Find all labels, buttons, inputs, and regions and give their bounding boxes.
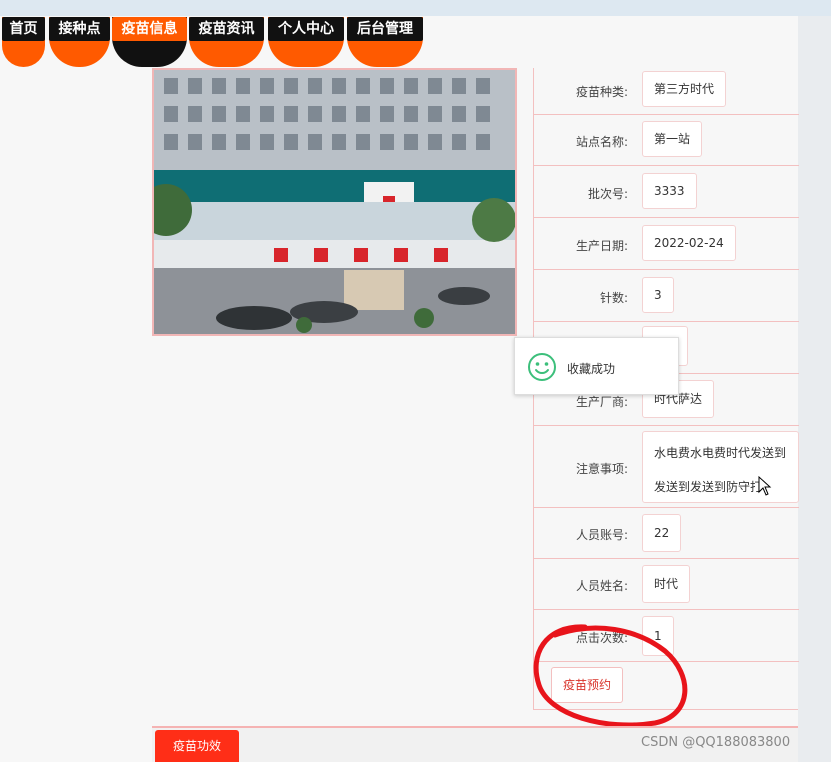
watermark: CSDN @QQ188083800 (641, 735, 791, 750)
tab-vaccine-efficacy[interactable]: 疫苗功效 (155, 730, 239, 762)
detail-label-notes: 注意事项: (575, 462, 628, 476)
toast-message: 收藏成功 (567, 362, 616, 376)
nav-vaccination-sites-label: 接种点 (49, 17, 110, 41)
hospital-photo (152, 68, 517, 336)
detail-row-vaccine-type: 疫苗种类: 第三方时代 (534, 68, 799, 115)
detail-value-production-date: 2022-02-24 (642, 225, 736, 261)
detail-row-production-date: 生产日期: 2022-02-24 (534, 218, 799, 270)
cursor-icon (758, 476, 772, 496)
detail-label-dose-count: 针数: (599, 291, 628, 305)
nav-vaccine-news-label: 疫苗资讯 (189, 17, 264, 41)
success-toast: 收藏成功 (514, 337, 679, 395)
detail-row-account: 人员账号: 22 (534, 508, 799, 559)
detail-value-click-count: 1 (642, 616, 674, 656)
detail-value-site-name: 第一站 (642, 121, 703, 157)
scrollbar-gutter[interactable] (798, 16, 831, 762)
detail-value-batch-number: 3333 (642, 173, 697, 209)
smile-icon (528, 353, 556, 381)
detail-label-account: 人员账号: (575, 528, 628, 542)
detail-value-vaccine-type: 第三方时代 (642, 71, 727, 107)
nav-personal-center[interactable]: 个人中心 (268, 17, 344, 67)
detail-label-vaccine-type: 疫苗种类: (575, 85, 628, 99)
detail-row-dose-count: 针数: 3 (534, 270, 799, 322)
nav-vaccine-news[interactable]: 疫苗资讯 (189, 17, 264, 67)
main-nav: 首页 接种点 疫苗信息 疫苗资讯 个人中心 后台管理 (0, 17, 430, 69)
detail-label-batch-number: 批次号: (587, 187, 628, 201)
detail-row-site-name: 站点名称: 第一站 (534, 115, 799, 166)
nav-admin-label: 后台管理 (347, 17, 423, 41)
detail-value-person-name: 时代 (642, 565, 691, 603)
detail-label-manufacturer: 生产厂商: (575, 395, 628, 409)
detail-label-click-count: 点击次数: (575, 631, 628, 645)
detail-row-click-count: 点击次数: 1 (534, 610, 799, 662)
detail-row-person-name: 人员姓名: 时代 (534, 559, 799, 610)
nav-home-label: 首页 (2, 17, 45, 41)
nav-vaccine-info-label: 疫苗信息 (112, 17, 187, 41)
nav-vaccine-info[interactable]: 疫苗信息 (112, 17, 187, 67)
detail-label-site-name: 站点名称: (575, 135, 628, 149)
book-vaccine-button[interactable]: 疫苗预约 (551, 667, 623, 703)
browser-top-bar (0, 0, 831, 16)
nav-personal-center-label: 个人中心 (268, 17, 344, 41)
nav-admin[interactable]: 后台管理 (347, 17, 423, 67)
nav-vaccination-sites[interactable]: 接种点 (49, 17, 110, 67)
detail-label-production-date: 生产日期: (575, 239, 628, 253)
detail-value-dose-count: 3 (642, 277, 674, 313)
detail-label-person-name: 人员姓名: (575, 579, 628, 593)
detail-row-batch-number: 批次号: 3333 (534, 166, 799, 218)
nav-home[interactable]: 首页 (2, 17, 45, 67)
detail-value-notes: 水电费水电费时代发送到发送到发送到防守打 (642, 431, 799, 503)
detail-value-account: 22 (642, 514, 682, 552)
